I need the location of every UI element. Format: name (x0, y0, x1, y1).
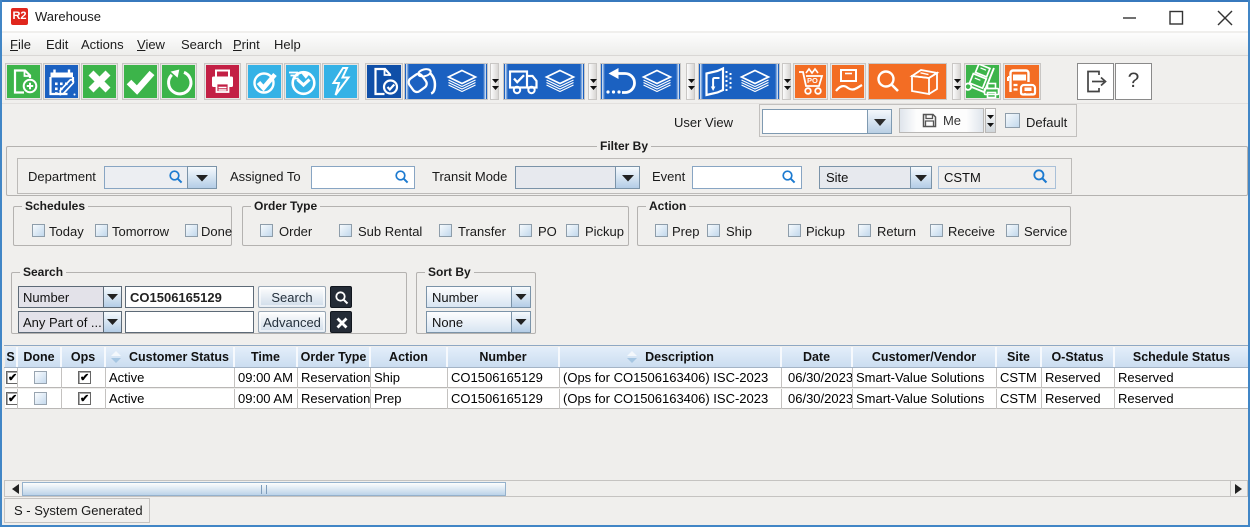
svg-text:PO: PO (807, 76, 818, 85)
